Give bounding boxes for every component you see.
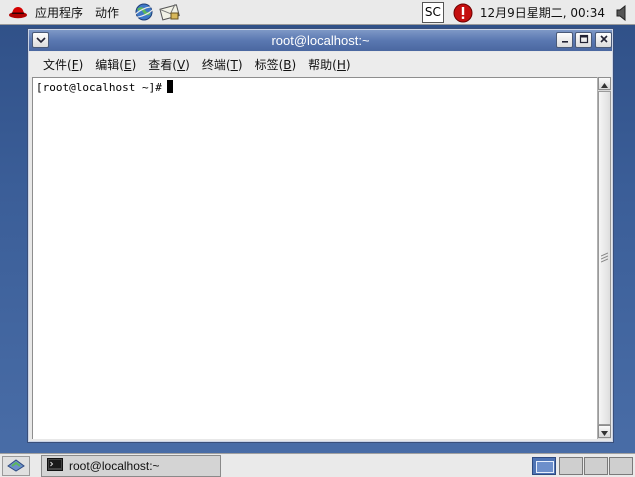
window-titlebar[interactable]: root@localhost:~ [29,30,612,51]
shell-prompt: [root@localhost ~]# [36,81,162,94]
close-icon [599,33,609,47]
arrow-up-icon [601,77,608,91]
workspace-1[interactable] [532,457,556,475]
prompt-line: [root@localhost ~]# [36,80,173,95]
menu-terminal[interactable]: 终端(T) [196,54,249,76]
menu-file[interactable]: 文件(F) [37,54,89,76]
show-desktop-button[interactable] [2,456,30,476]
menu-edit[interactable]: 编辑(E) [89,54,142,76]
menu-help[interactable]: 帮助(H) [302,54,356,76]
minimize-button[interactable] [556,32,573,48]
grip-icon [600,251,609,265]
scrollbar-thumb[interactable] [598,91,611,425]
window-menubar: 文件(F) 编辑(E) 查看(V) 终端(T) 标签(B) 帮助(H) [29,52,612,77]
workspace-2[interactable] [559,457,583,475]
terminal-window: root@localhost:~ 文件(F) 编辑(E) 查看(V) 终端(T)… [27,28,614,443]
volume-icon[interactable] [613,1,631,25]
arrow-down-icon [601,425,608,439]
close-button[interactable] [595,32,612,48]
menu-view[interactable]: 查看(V) [142,54,196,76]
taskbar-terminal-button[interactable]: root@localhost:~ [41,455,221,477]
web-browser-icon[interactable] [132,0,156,24]
window-title: root@localhost:~ [271,33,370,48]
terminal-area[interactable]: [root@localhost ~]# [32,77,597,439]
clock[interactable]: 12月9日星期二, 00:34 [480,4,605,21]
window-menu-button[interactable] [32,32,49,48]
scroll-up-button[interactable] [598,77,611,90]
taskbar-terminal-label: root@localhost:~ [69,459,160,473]
desktop-icon [7,458,25,475]
text-cursor [166,80,173,93]
workspace-4[interactable] [609,457,633,475]
redhat-menu-icon[interactable] [6,0,30,24]
scroll-down-button[interactable] [598,425,611,438]
input-method-indicator[interactable]: SC [421,2,444,23]
maximize-icon [579,33,589,47]
applications-menu[interactable]: 应用程序 [30,0,88,25]
bottom-panel: root@localhost:~ [0,453,635,477]
chevron-down-icon [35,33,46,47]
menu-tabs[interactable]: 标签(B) [249,54,303,76]
email-client-icon[interactable] [158,0,182,24]
workspace-3[interactable] [584,457,608,475]
vertical-scrollbar[interactable] [597,77,611,439]
minimize-icon [560,33,570,47]
actions-menu[interactable]: 动作 [88,0,124,25]
terminal-icon [47,458,63,474]
update-alert-icon[interactable] [452,1,474,25]
top-panel: 应用程序 动作 SC 12月9日星期二, 00:34 [0,0,635,25]
maximize-button[interactable] [575,32,592,48]
